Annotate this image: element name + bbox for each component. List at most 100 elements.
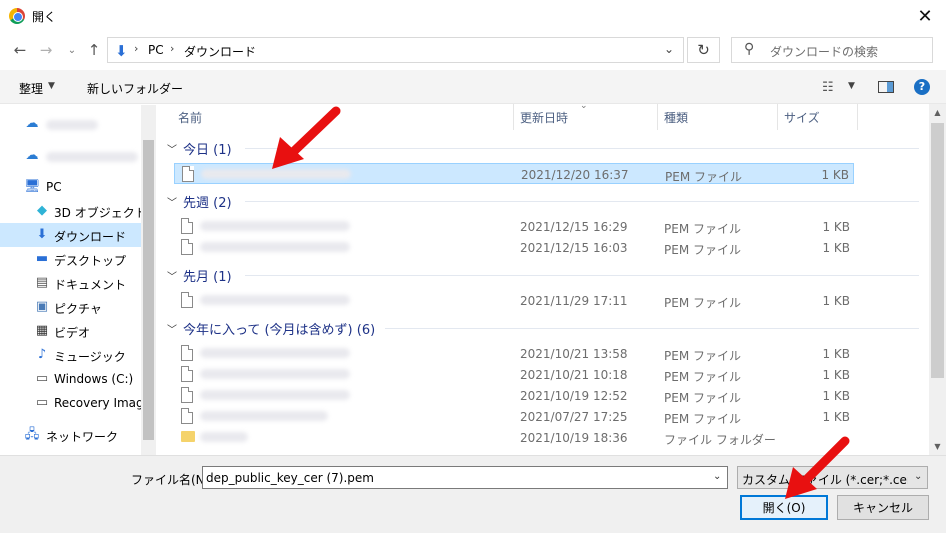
sidebar-item-downloads[interactable]: ⬇ ダウンロード — [0, 223, 141, 247]
divider — [385, 328, 919, 329]
file-type: PEM ファイル — [664, 349, 741, 363]
sort-arrow-icon: ⌄ — [580, 101, 588, 111]
filename-input[interactable]: dep_public_key_cer (7).pem ⌄ — [202, 466, 728, 489]
up-button[interactable]: ↑ — [84, 40, 104, 60]
group-header-earlier-this-year[interactable]: ﹀ 今年に入って (今月は含めず) (6) — [167, 319, 375, 338]
file-size: 1 KB — [822, 220, 850, 234]
preview-pane-icon[interactable] — [878, 81, 894, 93]
column-header-type[interactable]: 種類 — [664, 109, 688, 126]
group-header-last-week[interactable]: ﹀ 先週 (2) — [167, 192, 232, 211]
file-type: ファイル フォルダー — [664, 433, 776, 447]
file-type: PEM ファイル — [664, 222, 741, 236]
desktop-icon: ▬ — [35, 251, 49, 266]
search-placeholder[interactable]: ダウンロードの検索 — [770, 43, 878, 60]
view-options-icon[interactable]: ☷ — [822, 80, 834, 95]
column-divider[interactable] — [777, 104, 778, 130]
group-header-today[interactable]: ﹀ 今日 (1) — [167, 139, 232, 158]
file-size: 1 KB — [822, 368, 850, 382]
sidebar-item-network[interactable]: 🖧 ネットワーク — [0, 423, 141, 447]
sidebar-item-windows-c[interactable]: ▭ Windows (C:) — [0, 367, 141, 391]
pictures-icon: ▣ — [35, 299, 49, 314]
chevron-down-icon[interactable]: ⌄ — [713, 471, 721, 482]
chevron-down-icon: ﹀ — [167, 272, 177, 283]
chevron-down-icon[interactable]: ⌄ — [664, 42, 674, 56]
sidebar-item-documents[interactable]: ▤ ドキュメント — [0, 271, 141, 295]
file-size: 1 KB — [822, 389, 850, 403]
sidebar-item-desktop[interactable]: ▬ デスクトップ — [0, 247, 141, 271]
back-button[interactable]: ← — [10, 40, 30, 60]
file-icon — [181, 408, 193, 424]
column-header-date[interactable]: 更新日時 — [520, 109, 568, 126]
pc-icon: 🖥 — [24, 179, 41, 194]
new-folder-button[interactable]: 新しいフォルダー — [87, 80, 183, 97]
file-row[interactable]: 2021/12/15 16:03 PEM ファイル 1 KB — [174, 237, 854, 258]
file-size: 1 KB — [822, 294, 850, 308]
search-box[interactable]: ⚲ ダウンロードの検索 — [731, 37, 933, 63]
blurred-filename — [200, 432, 248, 442]
sidebar-item-onedrive-1[interactable]: ☁ — [0, 112, 141, 136]
column-header-size[interactable]: サイズ — [784, 109, 820, 126]
sidebar-item-label: Windows (C:) — [54, 372, 134, 386]
file-row[interactable]: 2021/07/27 17:25 PEM ファイル 1 KB — [174, 406, 854, 427]
column-header-name[interactable]: 名前 — [178, 109, 202, 126]
organize-button[interactable]: 整理 — [19, 80, 43, 97]
3d-objects-icon: ◆ — [37, 203, 47, 218]
download-icon: ⬇ — [115, 42, 128, 60]
forward-button[interactable]: → — [36, 40, 56, 60]
chevron-down-icon[interactable]: ⌄ — [914, 471, 922, 482]
scroll-up-icon[interactable]: ▲ — [929, 104, 946, 121]
file-row[interactable]: 2021/10/21 10:18 PEM ファイル 1 KB — [174, 364, 854, 385]
file-date: 2021/10/19 12:52 — [520, 389, 628, 403]
file-date: 2021/07/27 17:25 — [520, 410, 628, 424]
group-header-last-month[interactable]: ﹀ 先月 (1) — [167, 266, 232, 285]
file-icon — [181, 366, 193, 382]
recent-locations-button[interactable]: ⌄ — [62, 40, 82, 60]
file-type: PEM ファイル — [664, 243, 741, 257]
sidebar-item-pc[interactable]: 🖥 PC — [0, 175, 141, 199]
blurred-filename — [200, 411, 328, 421]
file-type: PEM ファイル — [665, 170, 742, 184]
file-row[interactable]: 2021/12/15 16:29 PEM ファイル 1 KB — [174, 216, 854, 237]
file-row[interactable]: 2021/10/19 12:52 PEM ファイル 1 KB — [174, 385, 854, 406]
help-icon[interactable]: ? — [914, 79, 930, 95]
sidebar-item-music[interactable]: ♪ ミュージック — [0, 343, 141, 367]
filename-value[interactable]: dep_public_key_cer (7).pem — [206, 471, 374, 485]
sidebar-item-videos[interactable]: ▦ ビデオ — [0, 319, 141, 343]
sidebar-item-onedrive-2[interactable]: ☁ — [0, 144, 141, 168]
file-row[interactable]: 2021/11/29 17:11 PEM ファイル 1 KB — [174, 290, 854, 311]
file-icon — [181, 239, 193, 255]
breadcrumb-downloads[interactable]: ダウンロード — [184, 43, 256, 60]
drive-icon: ▭ — [35, 395, 49, 410]
group-label: 今年に入って (今月は含めず) (6) — [183, 323, 376, 338]
sidebar-item-label: ピクチャ — [54, 302, 102, 316]
file-date: 2021/10/21 10:18 — [520, 368, 628, 382]
sidebar-item-recovery-image[interactable]: ▭ Recovery Image — [0, 391, 151, 415]
close-button[interactable]: ✕ — [905, 0, 945, 32]
column-divider[interactable] — [657, 104, 658, 130]
chevron-down-icon[interactable]: ▼ — [48, 81, 55, 91]
scroll-down-icon[interactable]: ▼ — [929, 438, 946, 455]
breadcrumb-pc[interactable]: PC — [148, 43, 164, 57]
sidebar-scroll-thumb[interactable] — [143, 140, 154, 440]
file-list-scroll-thumb[interactable] — [931, 123, 944, 378]
address-bar[interactable]: ⬇ › PC › ダウンロード ⌄ — [107, 37, 684, 63]
sidebar-item-label: 3D オブジェクト — [54, 206, 147, 220]
annotation-arrow-icon — [785, 436, 850, 499]
file-row[interactable]: 2021/10/21 13:58 PEM ファイル 1 KB — [174, 343, 854, 364]
column-divider[interactable] — [513, 104, 514, 130]
blurred-label — [46, 120, 98, 130]
refresh-button[interactable]: ↻ — [687, 37, 720, 63]
group-label: 今日 (1) — [183, 143, 232, 158]
sidebar-item-3d-objects[interactable]: ◆ 3D オブジェクト — [0, 199, 147, 223]
chevron-down-icon: ﹀ — [167, 325, 177, 336]
folder-row[interactable]: 2021/10/19 18:36 ファイル フォルダー — [174, 427, 854, 448]
group-label: 先週 (2) — [183, 196, 232, 211]
navigation-pane: ☁ ☁ 🖥 PC ◆ 3D オブジェクト ⬇ ダウンロード ▬ デスクトップ ▤… — [0, 105, 155, 455]
blurred-filename — [200, 295, 350, 305]
command-bar: 整理 ▼ 新しいフォルダー ☷ ▼ ? — [0, 70, 946, 104]
column-divider[interactable] — [857, 104, 858, 130]
sidebar-item-label: ビデオ — [54, 326, 91, 340]
sidebar-item-pictures[interactable]: ▣ ピクチャ — [0, 295, 141, 319]
file-type: PEM ファイル — [664, 412, 741, 426]
chevron-down-icon[interactable]: ▼ — [848, 81, 855, 91]
